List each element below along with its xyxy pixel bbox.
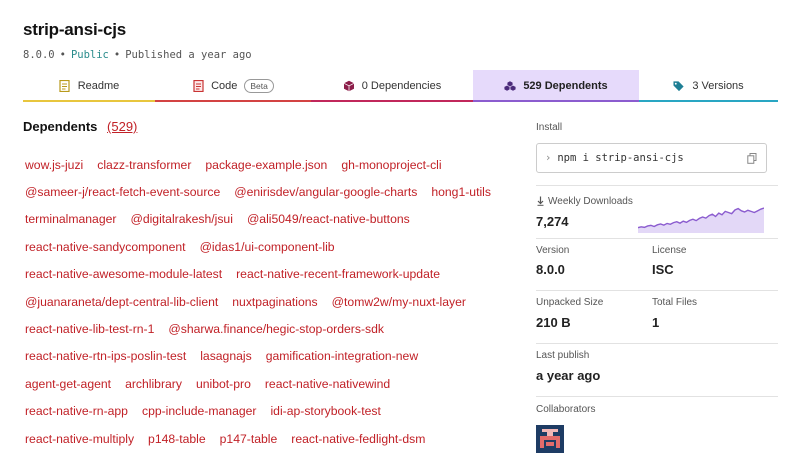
total-files-label: Total Files xyxy=(652,297,698,308)
dependent-package-link[interactable]: package-example.json xyxy=(203,156,329,174)
tab-readme[interactable]: Readme xyxy=(23,70,155,102)
collaborator-avatar[interactable] xyxy=(536,425,564,453)
dependent-package-link[interactable]: gh-monoproject-cli xyxy=(339,156,443,174)
weekly-downloads-count: 7,274 xyxy=(536,214,569,229)
dependent-package-link[interactable]: wow.js-juzi xyxy=(23,156,85,174)
weekly-downloads-header: Weekly Downloads xyxy=(536,195,633,207)
tag-icon xyxy=(673,80,685,92)
dependent-package-link[interactable]: clazz-transformer xyxy=(95,156,193,174)
last-publish-value: a year ago xyxy=(536,368,601,383)
dependent-package-link[interactable]: @sharwa.finance/hegic-stop-orders-sdk xyxy=(166,320,386,338)
dependents-row: @sameer-j/react-fetch-event-source @eniri… xyxy=(23,178,513,205)
dependent-package-link[interactable]: unibot-pro xyxy=(194,375,253,393)
dependent-package-link[interactable]: react-native-recent-framework-update xyxy=(234,265,442,283)
package-published: Published a year ago xyxy=(125,49,252,61)
dependents-row: react-native-lib-test-rn-1 @sharwa.financ… xyxy=(23,315,513,342)
dependent-package-link[interactable]: nuxtpaginations xyxy=(230,293,319,311)
dependents-count-link[interactable]: (529) xyxy=(107,119,137,134)
download-icon xyxy=(536,195,544,207)
dependent-package-link[interactable]: react-native-awesome-module-latest xyxy=(23,265,224,283)
cubes-icon xyxy=(504,80,516,92)
license-value: ISC xyxy=(652,262,674,277)
weekly-downloads-label: Weekly Downloads xyxy=(548,195,633,207)
dependent-package-link[interactable]: hong1-utils xyxy=(429,183,493,201)
dependent-package-link[interactable]: @idas1/ui-component-lib xyxy=(198,238,337,256)
version-value: 8.0.0 xyxy=(536,262,565,277)
last-publish-label: Last publish xyxy=(536,350,590,361)
dependents-row: react-native-rn-app cpp-include-manager id… xyxy=(23,398,513,425)
install-command-box[interactable]: › npm i strip-ansi-cjs xyxy=(536,143,767,173)
install-command: npm i strip-ansi-cjs xyxy=(557,152,684,164)
tab-dependencies[interactable]: 0 Dependencies xyxy=(311,70,473,102)
code-icon xyxy=(192,80,204,92)
dependent-package-link[interactable]: agent-get-agent xyxy=(23,375,113,393)
dependent-package-link[interactable]: react-native-rtn-ips-poslin-test xyxy=(23,347,188,365)
dependent-package-link[interactable]: react-native-sandycomponent xyxy=(23,238,188,256)
unpacked-size-label: Unpacked Size xyxy=(536,297,604,308)
beta-badge: Beta xyxy=(244,79,274,93)
tab-code-label: Code xyxy=(211,80,238,92)
dependent-package-link[interactable]: cpp-include-manager xyxy=(140,402,259,420)
dependents-title: Dependents xyxy=(23,119,98,134)
dependent-package-link[interactable]: react-native-nativewind xyxy=(263,375,392,393)
dependents-row: react-native-multiply p148-table p147-tabl… xyxy=(23,425,513,452)
divider xyxy=(536,343,778,344)
dependent-package-link[interactable]: lasagnajs xyxy=(198,347,254,365)
tab-versions-label: 3 Versions xyxy=(692,80,744,92)
dependents-row: react-native-awesome-module-latest react-… xyxy=(23,261,513,288)
dependents-heading: Dependents (529) xyxy=(23,119,137,134)
dependent-package-link[interactable]: @tomw2w/my-nuxt-layer xyxy=(330,293,468,311)
dependent-package-link[interactable]: @juanaraneta/dept-central-lib-client xyxy=(23,293,220,311)
tab-code[interactable]: Code Beta xyxy=(155,70,311,102)
dependent-package-link[interactable]: archlibrary xyxy=(123,375,184,393)
divider xyxy=(536,396,778,397)
unpacked-size-value: 210 B xyxy=(536,315,571,330)
dependents-row: agent-get-agent archlibrary unibot-pro reac… xyxy=(23,370,513,397)
dependents-row: wow.js-juzi clazz-transformer package-exam… xyxy=(23,151,513,178)
dependents-row: react-native-rtn-ips-poslin-test lasagnaj… xyxy=(23,343,513,370)
dependent-package-link[interactable]: @enirisdev/angular-google-charts xyxy=(232,183,419,201)
version-label: Version xyxy=(536,245,570,256)
tab-dependents[interactable]: 529 Dependents xyxy=(473,70,639,102)
package-visibility: Public xyxy=(70,49,109,61)
package-meta: 8.0.0 • Public • Published a year ago xyxy=(23,49,252,61)
dependents-list: wow.js-juzi clazz-transformer package-exam… xyxy=(23,151,513,452)
install-label: Install xyxy=(536,122,563,133)
dependent-package-link[interactable]: react-native-fedlight-dsm xyxy=(289,430,427,448)
tab-versions[interactable]: 3 Versions xyxy=(639,70,778,102)
total-files-value: 1 xyxy=(652,315,660,330)
dependent-package-link[interactable]: react-native-multiply xyxy=(23,430,136,448)
weekly-downloads-sparkline xyxy=(638,207,764,233)
dependents-row: terminalmanager @digitalrakesh/jsui @ali50… xyxy=(23,206,513,233)
package-version: 8.0.0 xyxy=(23,49,55,61)
collaborators-label: Collaborators xyxy=(536,404,596,415)
package-tabs: Readme Code Beta 0 Dependencies 529 Depe… xyxy=(23,70,778,102)
tab-dependencies-label: 0 Dependencies xyxy=(361,80,442,92)
dependents-row: react-native-sandycomponent @idas1/ui-com… xyxy=(23,233,513,260)
tab-dependents-label: 529 Dependents xyxy=(523,80,608,92)
dependents-row: @juanaraneta/dept-central-lib-client nuxt… xyxy=(23,288,513,315)
package-header: strip-ansi-cjs 8.0.0 • Public • Published a … xyxy=(23,20,252,61)
divider xyxy=(536,290,778,291)
cube-icon xyxy=(343,80,355,92)
tab-readme-label: Readme xyxy=(77,80,120,92)
divider xyxy=(536,238,778,239)
dependent-package-link[interactable]: @ali5049/react-native-buttons xyxy=(245,210,412,228)
dependent-package-link[interactable]: react-native-lib-test-rn-1 xyxy=(23,320,156,338)
readme-icon xyxy=(59,80,71,92)
dependent-package-link[interactable]: p148-table xyxy=(146,430,208,448)
dependent-package-link[interactable]: gamification-integration-new xyxy=(264,347,420,365)
dependent-package-link[interactable]: p147-table xyxy=(218,430,280,448)
prompt-chevron-icon: › xyxy=(545,152,552,164)
dependent-package-link[interactable]: react-native-rn-app xyxy=(23,402,130,420)
dependent-package-link[interactable]: idi-ap-storybook-test xyxy=(268,402,382,420)
package-title: strip-ansi-cjs xyxy=(23,20,127,39)
dependent-package-link[interactable]: @sameer-j/react-fetch-event-source xyxy=(23,183,222,201)
divider xyxy=(536,185,778,186)
dependent-package-link[interactable]: @digitalrakesh/jsui xyxy=(128,210,234,228)
copy-icon[interactable] xyxy=(746,152,758,164)
license-label: License xyxy=(652,245,687,256)
dependent-package-link[interactable]: terminalmanager xyxy=(23,210,118,228)
